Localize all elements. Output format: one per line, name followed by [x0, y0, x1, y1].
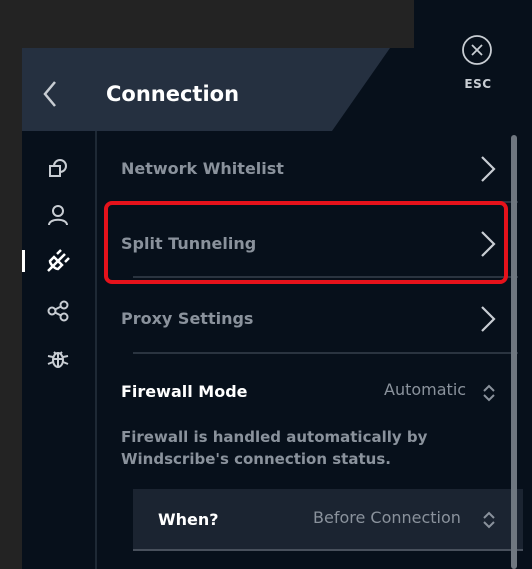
- when-label: When?: [158, 510, 219, 529]
- sidebar-item-connection[interactable]: [43, 246, 73, 276]
- up-down-icon[interactable]: [482, 383, 496, 403]
- sidebar-item-debug[interactable]: [43, 343, 73, 373]
- chevron-right-icon[interactable]: [478, 304, 498, 334]
- scrollbar[interactable]: [511, 135, 517, 569]
- esc-label: ESC: [464, 77, 492, 91]
- firewall-description: Firewall is handled automatically by Win…: [121, 428, 428, 468]
- chevron-left-icon: [43, 81, 56, 107]
- sidebar-active-indicator: [22, 250, 25, 272]
- background-corner: [22, 0, 414, 48]
- when-value[interactable]: Before Connection: [313, 508, 461, 527]
- when-row-underline: [133, 549, 523, 551]
- firewall-mode-label: Firewall Mode: [121, 382, 248, 401]
- sidebar-item-share[interactable]: [43, 296, 73, 326]
- plug-icon: [47, 249, 70, 272]
- proxy-settings-label: Proxy Settings: [121, 309, 254, 328]
- sidebar-divider: [95, 131, 97, 569]
- bug-icon: [47, 351, 69, 368]
- back-button[interactable]: [36, 76, 64, 112]
- up-down-icon[interactable]: [482, 510, 496, 530]
- account-icon: [48, 205, 68, 226]
- network-whitelist-label: Network Whitelist: [121, 159, 284, 178]
- close-icon[interactable]: [461, 34, 493, 66]
- sidebar-item-general[interactable]: [43, 153, 73, 183]
- page-title: Connection: [106, 82, 240, 106]
- row-divider: [133, 352, 518, 354]
- highlight-box: [104, 201, 508, 284]
- firewall-mode-value[interactable]: Automatic: [384, 380, 466, 399]
- chevron-right-icon[interactable]: [478, 154, 498, 184]
- general-settings-icon: [49, 159, 67, 177]
- sidebar-item-account[interactable]: [43, 200, 73, 230]
- share-icon: [47, 300, 69, 322]
